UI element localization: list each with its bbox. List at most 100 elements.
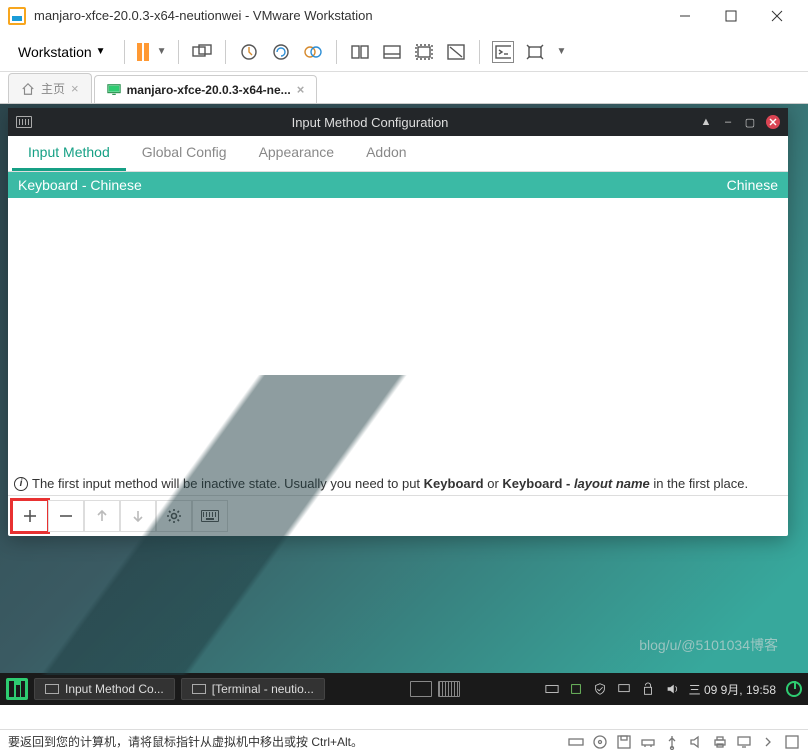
task-terminal[interactable]: [Terminal - neutio... — [181, 678, 325, 700]
keyboard-indicator-icon[interactable] — [438, 681, 460, 697]
view-fullscreen-icon[interactable] — [413, 41, 435, 63]
info-text: or — [484, 476, 503, 491]
tab-close-icon[interactable]: × — [297, 82, 305, 97]
tab-vm[interactable]: manjaro-xfce-20.0.3-x64-ne... × — [94, 75, 318, 103]
info-bold: Keyboard - — [502, 476, 574, 491]
cd-icon[interactable] — [592, 734, 608, 750]
device-square-icon[interactable] — [784, 734, 800, 750]
keyboard-icon — [201, 510, 219, 522]
window-title: manjaro-xfce-20.0.3-x64-neutionwei - VMw… — [34, 8, 662, 23]
remove-button[interactable] — [48, 500, 84, 532]
maximize-button[interactable]: ▢ — [744, 116, 756, 128]
config-tabs: Input Method Global Config Appearance Ad… — [8, 136, 788, 172]
volume-icon[interactable] — [665, 682, 679, 696]
vmware-statusbar: 要返回到您的计算机，请将鼠标指针从虚拟机中移出或按 Ctrl+Alt。 — [0, 729, 808, 753]
snapshot-icon[interactable] — [238, 41, 260, 63]
minimize-button[interactable] — [662, 1, 708, 31]
send-key-icon[interactable] — [191, 41, 213, 63]
task-label: Input Method Co... — [65, 682, 164, 696]
tab-home[interactable]: 主页 × — [8, 73, 92, 103]
info-text: The first input method will be inactive … — [32, 476, 424, 491]
show-desktop-icon[interactable] — [410, 681, 432, 697]
workstation-menu-label: Workstation — [18, 44, 92, 60]
keyboard-icon — [45, 684, 59, 694]
keyboard-tray-icon[interactable] — [545, 682, 559, 696]
info-text: in the first place. — [650, 476, 748, 491]
workstation-menu[interactable]: Workstation ▼ — [12, 40, 112, 64]
view-single-icon[interactable] — [349, 41, 371, 63]
manjaro-menu-button[interactable] — [6, 678, 28, 700]
move-down-button[interactable] — [120, 500, 156, 532]
maximize-button[interactable] — [708, 1, 754, 31]
config-toolbar — [8, 495, 788, 536]
settings-button[interactable] — [156, 500, 192, 532]
tab-appearance[interactable]: Appearance — [243, 136, 351, 171]
separator — [178, 40, 179, 64]
clock[interactable]: 三 09 9月, 19:58 — [689, 681, 776, 698]
keyboard-icon — [16, 116, 32, 128]
info-bold: Keyboard — [424, 476, 484, 491]
separator — [225, 40, 226, 64]
sound-icon[interactable] — [688, 734, 704, 750]
task-label: [Terminal - neutio... — [212, 682, 314, 696]
add-button[interactable] — [12, 500, 48, 532]
windows-titlebar: manjaro-xfce-20.0.3-x64-neutionwei - VMw… — [0, 0, 808, 32]
minimize-button[interactable]: – — [722, 116, 734, 128]
caret-down-icon[interactable]: ▼ — [157, 46, 167, 57]
tab-close-icon[interactable]: × — [71, 81, 79, 96]
power-button[interactable] — [786, 681, 802, 697]
keyboard-button[interactable] — [192, 500, 228, 532]
im-name: Keyboard - Chinese — [18, 177, 142, 193]
close-button[interactable] — [754, 1, 800, 31]
separator — [336, 40, 337, 64]
clipboard-icon[interactable] — [641, 682, 655, 696]
chevron-icon[interactable] — [760, 734, 776, 750]
tab-addon[interactable]: Addon — [350, 136, 422, 171]
input-method-list[interactable]: Keyboard - Chinese Chinese — [8, 172, 788, 472]
info-italic: layout name — [574, 476, 650, 491]
hdd-icon[interactable] — [568, 734, 584, 750]
system-tray: 三 09 9月, 19:58 — [545, 681, 802, 698]
vmware-tabs: 主页 × manjaro-xfce-20.0.3-x64-ne... × — [0, 72, 808, 104]
monitor-icon — [107, 83, 121, 97]
config-titlebar[interactable]: Input Method Configuration ▲ – ▢ — [8, 108, 788, 136]
tab-global-config[interactable]: Global Config — [126, 136, 243, 171]
terminal-icon — [192, 684, 206, 694]
view-unity-icon[interactable] — [381, 41, 403, 63]
vmware-toolbar: Workstation ▼ ▼ ▼ — [0, 32, 808, 72]
shade-button[interactable]: ▲ — [700, 116, 712, 128]
stretch-icon[interactable] — [524, 41, 546, 63]
tab-vm-label: manjaro-xfce-20.0.3-x64-ne... — [127, 83, 291, 97]
network-icon[interactable] — [640, 734, 656, 750]
close-button[interactable] — [766, 115, 780, 129]
status-message: 要返回到您的计算机，请将鼠标指针从虚拟机中移出或按 Ctrl+Alt。 — [8, 733, 568, 750]
separator — [124, 40, 125, 64]
usb-icon[interactable] — [664, 734, 680, 750]
shield-icon[interactable] — [593, 682, 607, 696]
list-item[interactable]: Keyboard - Chinese Chinese — [8, 172, 788, 198]
info-message: i The first input method will be inactiv… — [8, 472, 788, 495]
input-method-config-window: Input Method Configuration ▲ – ▢ Input M… — [8, 108, 788, 536]
updates-icon[interactable] — [569, 682, 583, 696]
device-icons — [568, 734, 800, 750]
manage-snapshots-icon[interactable] — [302, 41, 324, 63]
im-lang: Chinese — [727, 177, 778, 193]
tab-home-label: 主页 — [41, 80, 65, 97]
pause-button[interactable] — [137, 43, 149, 61]
home-icon — [21, 82, 35, 96]
task-input-method[interactable]: Input Method Co... — [34, 678, 175, 700]
caret-down-icon[interactable]: ▼ — [556, 46, 566, 57]
separator — [479, 40, 480, 64]
view-exit-fullscreen-icon[interactable] — [445, 41, 467, 63]
display-icon[interactable] — [617, 682, 631, 696]
guest-desktop[interactable]: Input Method Configuration ▲ – ▢ Input M… — [0, 104, 808, 705]
revert-icon[interactable] — [270, 41, 292, 63]
vmware-icon — [8, 7, 26, 25]
printer-icon[interactable] — [712, 734, 728, 750]
console-icon[interactable] — [492, 41, 514, 63]
info-icon: i — [14, 477, 28, 491]
tab-input-method[interactable]: Input Method — [12, 136, 126, 171]
display-icon[interactable] — [736, 734, 752, 750]
move-up-button[interactable] — [84, 500, 120, 532]
floppy-icon[interactable] — [616, 734, 632, 750]
